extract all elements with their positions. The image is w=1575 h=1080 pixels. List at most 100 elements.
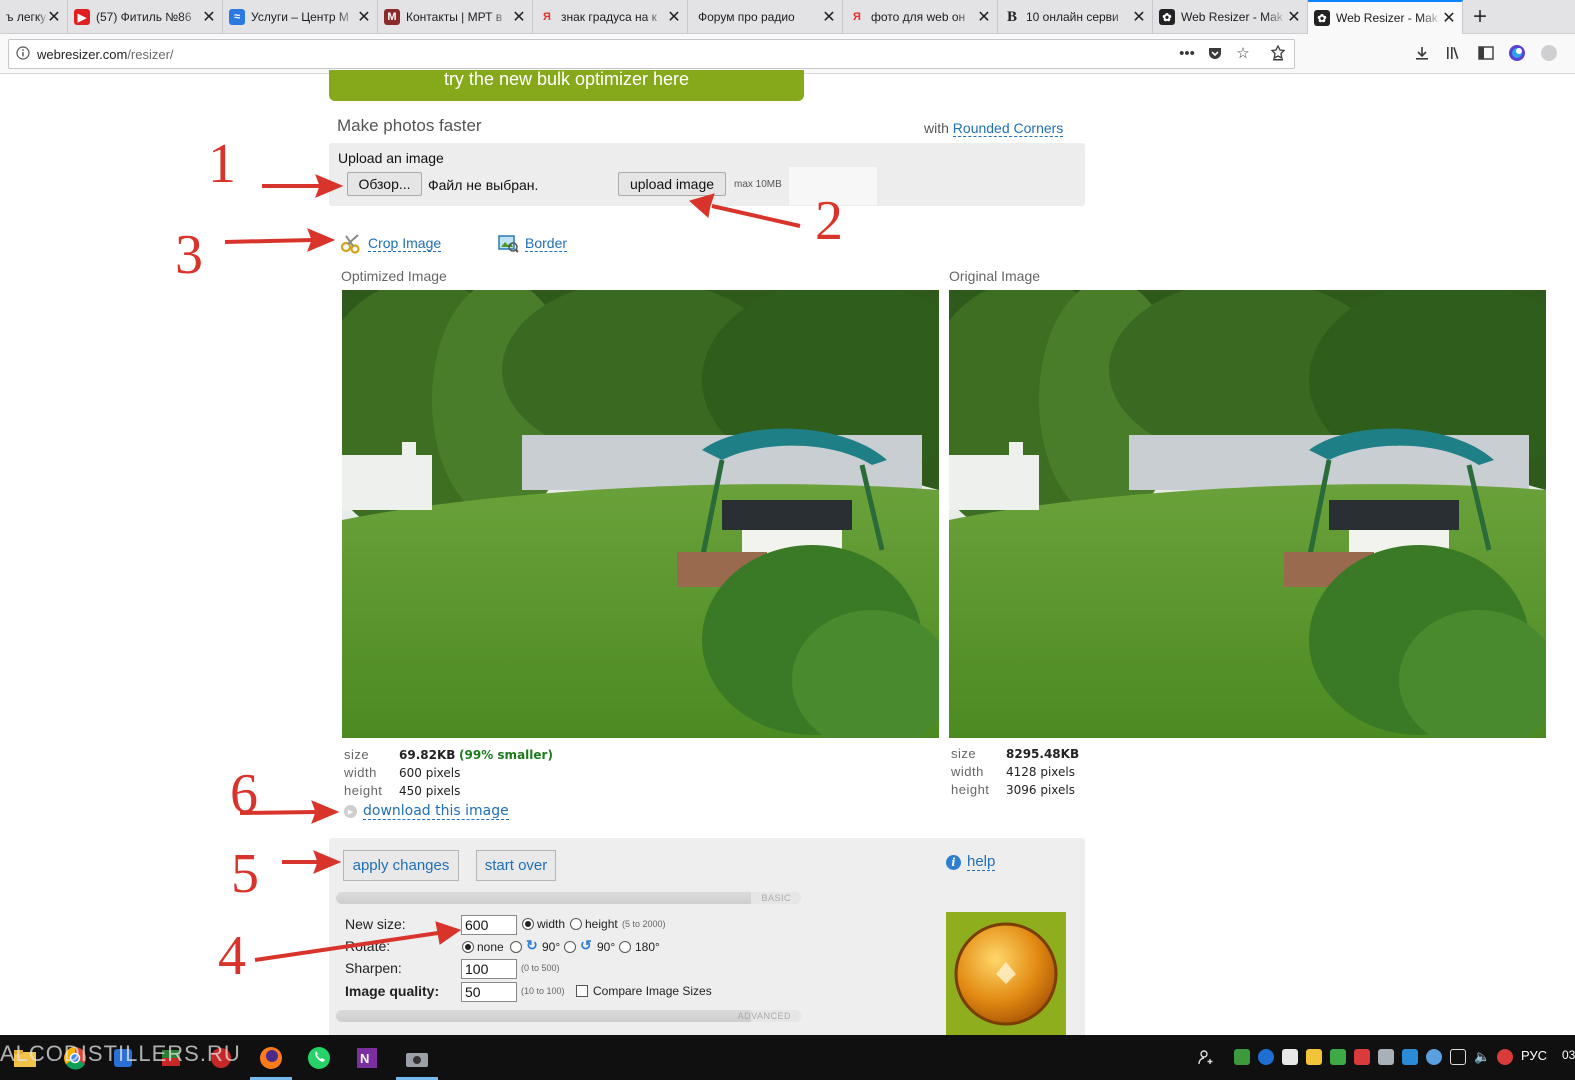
close-icon[interactable]: ✕: [47, 7, 61, 27]
url-text: webresizer.com/resizer/: [37, 47, 174, 62]
onenote-icon[interactable]: N: [352, 1043, 382, 1073]
browser-tab[interactable]: B 10 онлайн серви ✕: [998, 0, 1153, 34]
people-icon[interactable]: [1198, 1049, 1214, 1065]
start-over-button[interactable]: start over: [476, 850, 556, 881]
browser-tab[interactable]: ▶ (57) Фитиль №86 ✕: [68, 0, 223, 34]
bulk-optimizer-banner[interactable]: try the new bulk optimizer here: [329, 70, 804, 101]
library-icon[interactable]: [1444, 43, 1464, 63]
rotate-cw-label: 90°: [542, 940, 561, 954]
width-radio[interactable]: [522, 918, 534, 930]
url-host: webresizer.com: [37, 46, 128, 62]
browse-button[interactable]: Обзор...: [347, 172, 422, 196]
compare-sizes-checkbox[interactable]: [576, 985, 588, 997]
annotation-number-1: 1: [208, 133, 236, 195]
info-icon[interactable]: [9, 45, 37, 63]
browser-tab[interactable]: ≈ Услуги – Центр М ✕: [223, 0, 378, 34]
rotate-180-label: 180°: [635, 940, 660, 954]
size-key: size: [951, 746, 977, 761]
close-icon[interactable]: ✕: [512, 7, 526, 27]
download-image-link[interactable]: download this image: [363, 803, 509, 820]
original-meta: size 8295.48KB width 4128 pixels height 309…: [951, 745, 1079, 799]
new-size-label: New size:: [345, 916, 406, 932]
crop-image-link[interactable]: Crop Image: [368, 235, 442, 252]
browser-tab[interactable]: ъ легку ✕: [0, 0, 68, 34]
camera-icon[interactable]: [402, 1043, 432, 1073]
close-icon[interactable]: ✕: [357, 7, 371, 27]
firefox-icon[interactable]: [256, 1043, 286, 1073]
bookmark-star-icon[interactable]: ☆: [1233, 43, 1253, 63]
height-radio[interactable]: [570, 918, 582, 930]
reading-list-icon[interactable]: [1268, 43, 1288, 63]
info-icon: i: [946, 854, 961, 870]
border-tool[interactable]: Border: [497, 232, 568, 254]
banner-text[interactable]: try the new bulk optimizer here: [444, 70, 689, 89]
close-icon[interactable]: ✕: [1132, 7, 1146, 27]
upload-label: Upload an image: [338, 150, 444, 166]
sharpen-input[interactable]: 100: [461, 959, 517, 979]
close-icon[interactable]: ✕: [202, 7, 216, 27]
tray-icon[interactable]: [1426, 1049, 1442, 1065]
close-icon[interactable]: ✕: [1287, 7, 1301, 27]
pocket-icon[interactable]: [1205, 43, 1225, 63]
browser-tab[interactable]: Я фото для web он ✕: [843, 0, 998, 34]
new-tab-button[interactable]: +: [1463, 0, 1497, 34]
extension-icon[interactable]: [1507, 43, 1527, 63]
rounded-corners-link[interactable]: Rounded Corners: [952, 120, 1064, 137]
amber-orb-image: [954, 922, 1058, 1026]
advertisement[interactable]: [946, 912, 1066, 1037]
help-link-row[interactable]: i help: [946, 853, 996, 871]
basic-section-bar[interactable]: BASIC: [336, 892, 801, 904]
original-image-label: Original Image: [949, 268, 1041, 284]
new-size-input[interactable]: 600: [461, 915, 517, 935]
advanced-section-bar[interactable]: ADVANCED: [336, 1010, 801, 1022]
browser-tab[interactable]: Я знак градуса на к ✕: [533, 0, 688, 34]
rotate-cw-radio[interactable]: [510, 941, 522, 953]
close-icon[interactable]: ✕: [667, 7, 681, 27]
width-key: width: [344, 765, 377, 780]
tab-title: (57) Фитиль №86: [96, 10, 192, 24]
quality-input[interactable]: 50: [461, 982, 517, 1002]
page-actions-icon[interactable]: •••: [1177, 43, 1197, 63]
upload-image-button[interactable]: upload image: [618, 172, 726, 196]
account-icon[interactable]: [1539, 43, 1559, 63]
help-link[interactable]: help: [967, 853, 996, 871]
tab-title: Web Resizer - Mak: [1181, 10, 1283, 24]
volume-icon[interactable]: 🔈: [1474, 1049, 1490, 1065]
antivirus-icon[interactable]: [1497, 1049, 1513, 1065]
browser-tab[interactable]: M Контакты | МРТ в ✕: [378, 0, 533, 34]
border-link[interactable]: Border: [525, 235, 568, 252]
whatsapp-icon[interactable]: [304, 1043, 334, 1073]
browser-tab-active[interactable]: ✿ Web Resizer - Mak ✕: [1308, 0, 1463, 34]
tab-title: Web Resizer - Mak: [1336, 11, 1438, 25]
close-icon[interactable]: ✕: [822, 7, 836, 27]
address-bar[interactable]: webresizer.com/resizer/: [8, 39, 1295, 69]
network-icon[interactable]: [1450, 1049, 1466, 1065]
sidebar-icon[interactable]: [1476, 43, 1496, 63]
clock[interactable]: 03: [1562, 1048, 1575, 1062]
close-icon[interactable]: ✕: [977, 7, 991, 27]
tray-icon[interactable]: [1282, 1049, 1298, 1065]
browser-tab[interactable]: ✿ Web Resizer - Mak ✕: [1153, 0, 1308, 34]
crop-tool[interactable]: Crop Image: [340, 232, 442, 254]
tab-title: Контакты | МРТ в: [406, 10, 503, 24]
bluetooth-icon[interactable]: [1258, 1049, 1274, 1065]
rotate-none-radio[interactable]: [462, 941, 474, 953]
close-icon[interactable]: ✕: [1442, 8, 1456, 28]
yandex-icon: Я: [543, 11, 551, 23]
site-icon: B: [1006, 8, 1017, 25]
input-language[interactable]: РУС: [1521, 1048, 1547, 1063]
tray-icon[interactable]: [1234, 1049, 1250, 1065]
webresizer-icon: ✿: [1314, 10, 1330, 26]
tray-icon[interactable]: [1306, 1049, 1322, 1065]
tray-icon[interactable]: [1402, 1049, 1418, 1065]
download-icon[interactable]: [1412, 43, 1432, 63]
browser-tab[interactable]: Форум про радио ✕: [688, 0, 843, 34]
download-row[interactable]: ▶ download this image: [344, 803, 509, 820]
tray-icon[interactable]: [1330, 1049, 1346, 1065]
rotate-180-radio[interactable]: [619, 941, 631, 953]
tray-icon[interactable]: [1378, 1049, 1394, 1065]
tray-icon[interactable]: [1354, 1049, 1370, 1065]
rotate-ccw-radio[interactable]: [564, 941, 576, 953]
original-image: [949, 290, 1546, 738]
apply-changes-button[interactable]: apply changes: [343, 850, 459, 881]
